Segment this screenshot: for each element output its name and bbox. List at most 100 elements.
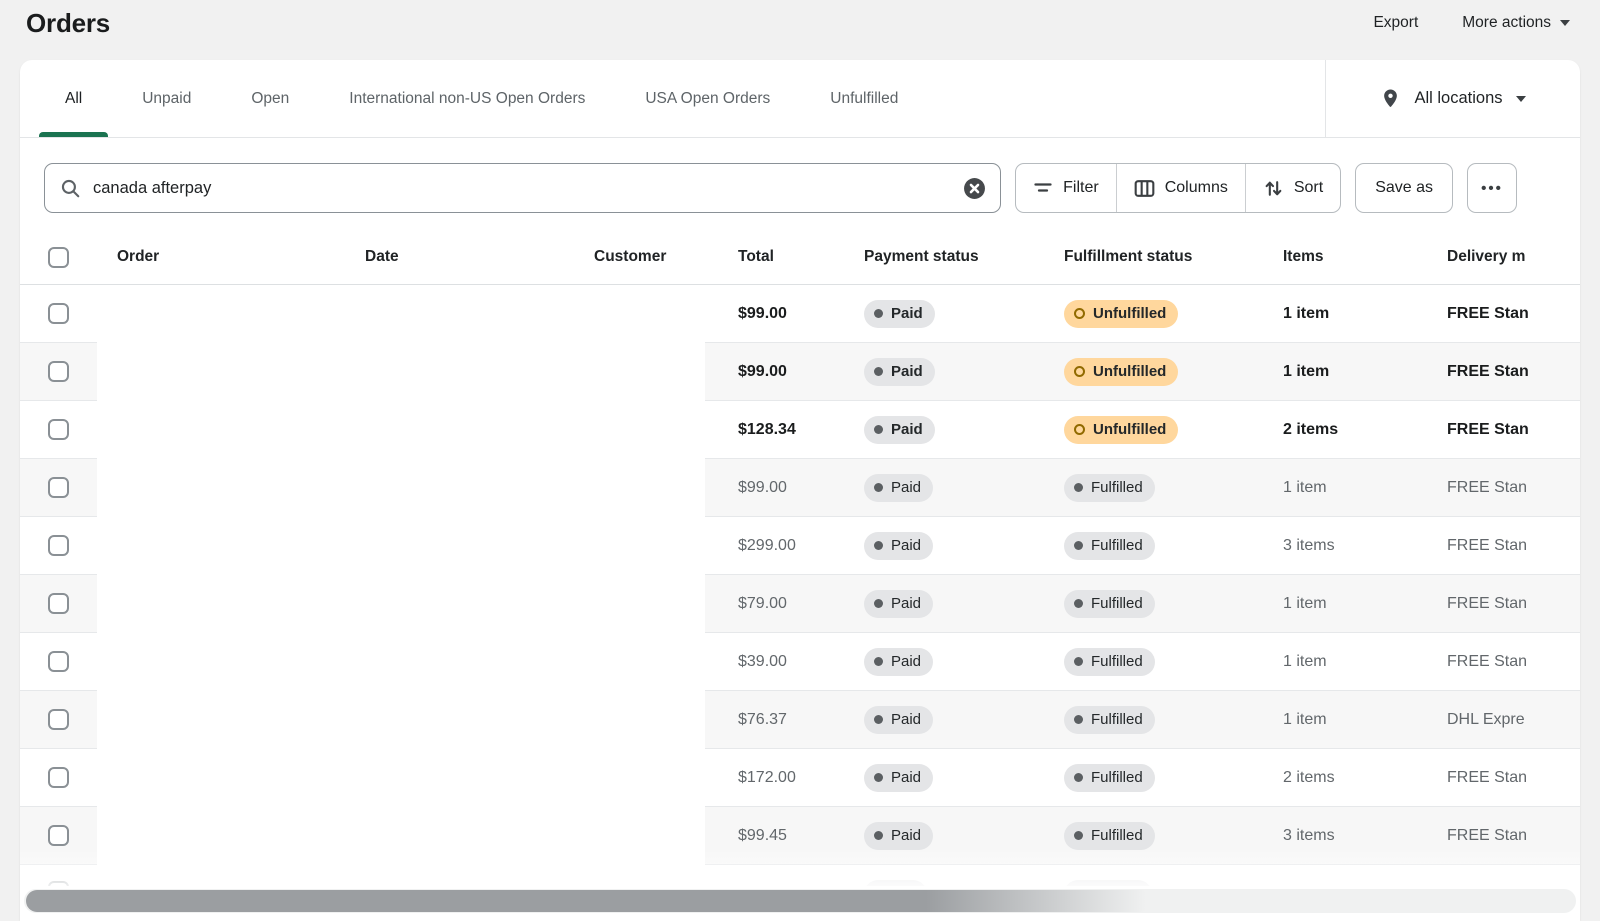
table-row[interactable]: $99.00PaidFulfilled1 itemFREE Stan bbox=[20, 459, 1580, 517]
status-dot-icon bbox=[874, 425, 883, 434]
clear-search-button[interactable] bbox=[963, 177, 986, 200]
fulfillment-status-badge: Unfulfilled bbox=[1064, 416, 1178, 444]
delivery-method: FREE Stan bbox=[1425, 285, 1580, 343]
sort-button[interactable]: Sort bbox=[1246, 164, 1340, 212]
columns-button[interactable]: Columns bbox=[1117, 164, 1246, 212]
column-header-order: Order bbox=[97, 248, 345, 266]
columns-button-label: Columns bbox=[1165, 179, 1228, 197]
table-row[interactable]: $99.00PaidUnfulfilled1 itemFREE Stan bbox=[20, 343, 1580, 401]
save-as-button[interactable]: Save as bbox=[1355, 163, 1453, 213]
export-button-label: Export bbox=[1373, 14, 1418, 32]
table-row[interactable]: $172.00PaidFulfilled2 itemsFREE Stan bbox=[20, 749, 1580, 807]
more-options-button[interactable]: ••• bbox=[1467, 163, 1517, 213]
fulfillment-status-badge: Fulfilled bbox=[1064, 590, 1155, 618]
status-dot-icon bbox=[1074, 773, 1083, 782]
order-total: $79.00 bbox=[705, 575, 845, 633]
sort-button-label: Sort bbox=[1294, 179, 1323, 197]
columns-icon bbox=[1134, 178, 1155, 199]
row-checkbox[interactable] bbox=[48, 419, 69, 440]
payment-status-badge: Paid bbox=[864, 358, 935, 386]
fulfillment-status-badge: Fulfilled bbox=[1064, 648, 1155, 676]
tab-international-non-us-open-orders[interactable]: International non-US Open Orders bbox=[323, 60, 611, 137]
payment-status-cell: Paid bbox=[845, 517, 1045, 575]
fulfillment-status-badge-label: Unfulfilled bbox=[1093, 305, 1166, 322]
search-box bbox=[44, 163, 1001, 213]
fulfillment-status-badge: Fulfilled bbox=[1064, 532, 1155, 560]
chevron-down-icon bbox=[1560, 20, 1570, 26]
fulfillment-status-cell: Unfulfilled bbox=[1045, 285, 1263, 343]
row-checkbox[interactable] bbox=[48, 767, 69, 788]
row-select-cell bbox=[20, 575, 97, 633]
location-filter-label: All locations bbox=[1414, 89, 1502, 108]
row-checkbox[interactable] bbox=[48, 593, 69, 614]
status-dot-icon bbox=[1074, 831, 1083, 840]
payment-status-cell: Paid bbox=[845, 459, 1045, 517]
fulfillment-status-badge-label: Fulfilled bbox=[1091, 711, 1143, 728]
row-checkbox[interactable] bbox=[48, 535, 69, 556]
row-checkbox[interactable] bbox=[48, 881, 69, 886]
order-total: $99.00 bbox=[705, 459, 845, 517]
order-total: $99.00 bbox=[705, 343, 845, 401]
delivery-method: FREE Stan bbox=[1425, 343, 1580, 401]
row-checkbox[interactable] bbox=[48, 361, 69, 382]
column-header-fulfillment-status: Fulfillment status bbox=[1045, 248, 1263, 266]
table-row[interactable]: $99.00PaidUnfulfilled1 itemFREE Stan bbox=[20, 285, 1580, 343]
delivery-method: FREE Stan bbox=[1425, 459, 1580, 517]
search-input[interactable] bbox=[93, 179, 951, 198]
redacted-order-date-customer bbox=[97, 575, 705, 633]
payment-status-badge-label: Paid bbox=[891, 363, 923, 380]
table-row[interactable]: $79.00PaidFulfilled1 itemFREE Stan bbox=[20, 575, 1580, 633]
sort-icon bbox=[1263, 178, 1284, 199]
status-dot-icon bbox=[1074, 657, 1083, 666]
delivery-method: DHL Expre bbox=[1425, 691, 1580, 749]
tab-unpaid[interactable]: Unpaid bbox=[116, 60, 217, 137]
row-checkbox[interactable] bbox=[48, 709, 69, 730]
location-filter-button[interactable]: All locations bbox=[1325, 60, 1580, 137]
payment-status-cell: Paid bbox=[845, 807, 1045, 865]
fulfillment-status-badge: Fulfilled bbox=[1064, 764, 1155, 792]
horizontal-scrollbar-track[interactable] bbox=[24, 889, 1576, 913]
fulfillment-status-cell: Fulfilled bbox=[1045, 691, 1263, 749]
table-row[interactable]: $128.34PaidUnfulfilled2 itemsFREE Stan bbox=[20, 401, 1580, 459]
column-header-items: Items bbox=[1263, 248, 1425, 266]
fulfillment-status-badge: Unfulfilled bbox=[1064, 300, 1178, 328]
export-button[interactable]: Export bbox=[1373, 14, 1418, 32]
payment-status-badge-label: Paid bbox=[891, 537, 921, 554]
payment-status-badge bbox=[864, 880, 927, 886]
payment-status-badge-label: Paid bbox=[891, 653, 921, 670]
table-row[interactable]: $39.00PaidFulfilled1 itemFREE Stan bbox=[20, 633, 1580, 691]
tab-all[interactable]: All bbox=[39, 60, 108, 137]
attention-ring-icon bbox=[1074, 424, 1085, 435]
fulfillment-status-cell: Fulfilled bbox=[1045, 459, 1263, 517]
fulfillment-status-badge-label: Fulfilled bbox=[1091, 827, 1143, 844]
tab-usa-open-orders[interactable]: USA Open Orders bbox=[619, 60, 796, 137]
tab-open[interactable]: Open bbox=[225, 60, 315, 137]
row-checkbox[interactable] bbox=[48, 825, 69, 846]
order-total: $299.00 bbox=[705, 517, 845, 575]
delivery-method: FREE Stan bbox=[1425, 401, 1580, 459]
tab-unfulfilled[interactable]: Unfulfilled bbox=[804, 60, 924, 137]
more-actions-button[interactable]: More actions bbox=[1462, 14, 1570, 32]
table-row[interactable]: $299.00PaidFulfilled3 itemsFREE Stan bbox=[20, 517, 1580, 575]
fulfillment-status-badge-label: Fulfilled bbox=[1091, 479, 1143, 496]
tab-label: Unpaid bbox=[142, 90, 191, 108]
horizontal-scrollbar-thumb[interactable] bbox=[26, 890, 1151, 912]
select-all-checkbox[interactable] bbox=[48, 247, 69, 268]
row-select-cell bbox=[20, 401, 97, 459]
row-checkbox[interactable] bbox=[48, 303, 69, 324]
table-controls-group: Filter Columns Sort bbox=[1015, 163, 1341, 213]
payment-status-badge: Paid bbox=[864, 764, 933, 792]
row-checkbox[interactable] bbox=[48, 477, 69, 498]
payment-status-badge-label: Paid bbox=[891, 421, 923, 438]
row-checkbox[interactable] bbox=[48, 651, 69, 672]
table-row[interactable]: $99.45PaidFulfilled3 itemsFREE Stan bbox=[20, 807, 1580, 865]
tab-label: Open bbox=[251, 90, 289, 108]
filter-icon bbox=[1033, 178, 1053, 198]
table-row[interactable]: $76.37PaidFulfilled1 itemDHL Expre bbox=[20, 691, 1580, 749]
filter-button[interactable]: Filter bbox=[1016, 164, 1117, 212]
row-select-cell bbox=[20, 691, 97, 749]
order-total: $99.45 bbox=[705, 807, 845, 865]
column-header-total: Total bbox=[705, 248, 845, 266]
row-select-cell bbox=[20, 285, 97, 343]
status-dot-icon bbox=[1074, 483, 1083, 492]
